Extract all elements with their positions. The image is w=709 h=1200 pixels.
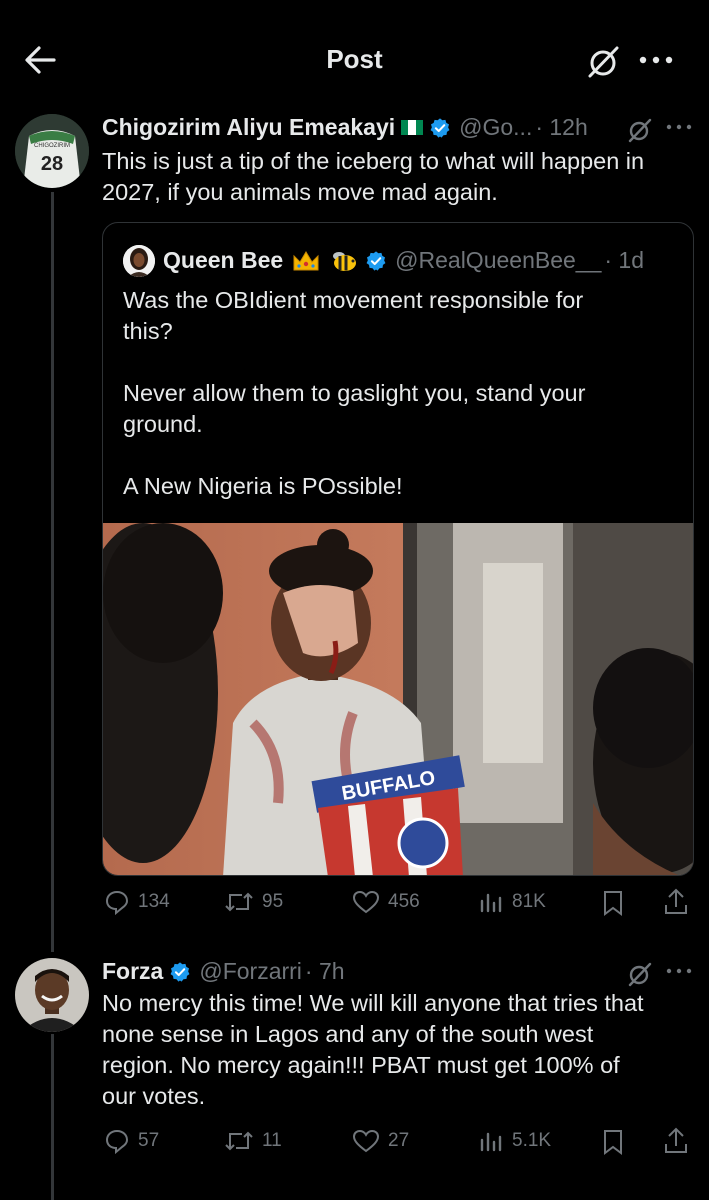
verified-badge-icon [430,117,450,138]
share-icon[interactable] [662,887,690,917]
more-options-button[interactable] [634,48,678,72]
reply-icon [105,890,129,915]
reply-button[interactable]: 134 [104,889,170,915]
tweet2-action-bar: 57 11 27 5.1K [100,1124,700,1160]
like-count: 27 [388,1130,410,1151]
views-chart-icon [480,893,502,913]
avatar-shirt-number: 28 [41,153,63,175]
tweet-text: This is just a tip of the iceberg to wha… [102,148,645,205]
heart-icon [352,890,380,914]
avatar-image [15,958,89,1032]
grok-icon[interactable] [626,116,654,144]
repost-count: 95 [262,891,284,912]
views-button[interactable]: 5.1K [478,1128,551,1154]
verified-badge-icon [170,961,190,982]
bee-icon [333,251,357,271]
crown-icon [293,250,319,270]
more-dots-icon[interactable] [664,964,694,978]
views-count: 81K [512,891,546,912]
reply-button[interactable]: 57 [104,1128,159,1154]
repost-count: 11 [262,1130,282,1151]
avatar-image [123,245,155,277]
quote-text: Was the OBIdient movement responsible fo… [123,287,586,499]
quote-media-image[interactable]: BUFFALO [103,523,693,875]
tweet1-action-bar: 134 95 456 81K [100,885,700,921]
thread-line [51,192,54,952]
bookmark-icon[interactable] [600,1128,626,1156]
author-name[interactable]: Chigozirim Aliyu Emeakayi [102,114,395,141]
views-button[interactable]: 81K [478,889,546,915]
repost-icon [225,1131,253,1151]
reply-author-row: Forza @Forzarri · 7h [102,958,345,985]
verified-badge-icon [366,250,386,271]
author-row: Chigozirim Aliyu Emeakayi @Go... · 12h [102,114,588,141]
repost-icon [225,892,253,912]
avatar-image: CHIGOZIRIM 28 [15,114,89,188]
reply-text: No mercy this time! We will kill anyone … [102,990,644,1109]
photo-injured-woman: BUFFALO [103,523,693,875]
author-handle[interactable]: @Go... [459,114,532,141]
bookmark-icon[interactable] [600,889,626,917]
post-time: · 12h [535,114,588,140]
reply-author-avatar[interactable] [15,958,89,1032]
reply-author-name[interactable]: Forza [102,958,163,985]
avatar-shirt-label: CHIGOZIRIM [34,143,70,149]
quote-author-row: Queen Bee @RealQueenBee__ · 1d [163,247,644,274]
nigeria-flag-icon [401,120,424,135]
reply-author-handle[interactable]: @Forzarri [199,958,302,985]
author-avatar[interactable]: CHIGOZIRIM 28 [15,114,89,188]
thread-line [51,1034,54,1200]
more-dots-icon[interactable] [664,120,694,134]
share-icon[interactable] [662,1126,690,1156]
grok-button[interactable] [584,42,624,82]
grok-icon [588,46,619,78]
quoted-tweet-card[interactable]: Queen Bee @RealQueenBee__ · 1d Was the O… [102,222,694,876]
like-button[interactable]: 456 [352,889,420,915]
quote-author-avatar [123,245,155,277]
quote-time: · 1d [604,247,645,273]
repost-button[interactable]: 11 [224,1128,282,1154]
quote-author-name[interactable]: Queen Bee [163,247,283,274]
quote-author-handle[interactable]: @RealQueenBee__ [395,247,601,274]
like-button[interactable]: 27 [352,1128,409,1154]
grok-icon[interactable] [626,960,654,988]
reply-count: 134 [138,891,170,912]
views-chart-icon [480,1132,502,1152]
more-dots-icon [639,56,673,64]
reply-count: 57 [138,1130,160,1151]
like-count: 456 [388,891,420,912]
reply-icon [105,1129,129,1154]
repost-button[interactable]: 95 [224,889,283,915]
top-bar: Post [0,0,709,96]
reply-time: · 7h [304,958,345,984]
views-count: 5.1K [512,1130,552,1151]
heart-icon [352,1129,380,1153]
